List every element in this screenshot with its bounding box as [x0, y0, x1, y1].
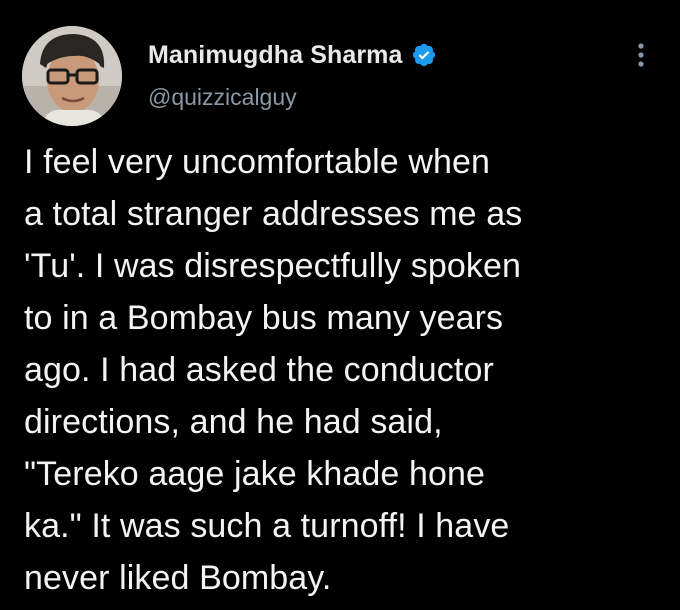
author-name-row: Manimugdha Sharma: [148, 40, 437, 70]
tweet-card: Manimugdha Sharma @quizzicalguy I feel v…: [0, 0, 680, 610]
tweet-text-line: ago. I had asked the conductor: [24, 351, 494, 389]
tweet-text-line: "Tereko aage jake khade hone: [24, 455, 485, 493]
author-handle[interactable]: @quizzicalguy: [148, 84, 297, 111]
tweet-text: I feel very uncomfortable when a total s…: [24, 136, 664, 604]
tweet-text-line: 'Tu'. I was disrespectfully spoken: [24, 247, 521, 285]
avatar-photo: [22, 26, 122, 126]
tweet-text-line: directions, and he had said,: [24, 403, 443, 441]
verified-badge-icon: [411, 42, 437, 68]
author-display-name[interactable]: Manimugdha Sharma: [148, 41, 403, 70]
tweet-text-line: never liked Bombay.: [24, 559, 332, 597]
tweet-text-line: I feel very uncomfortable when: [24, 143, 491, 181]
tweet-text-line: a total stranger addresses me as: [24, 195, 523, 233]
tweet-text-line: to in a Bombay bus many years: [24, 299, 504, 337]
avatar[interactable]: [22, 26, 122, 126]
tweet-text-line: ka." It was such a turnoff! I have: [24, 507, 510, 545]
more-options-icon[interactable]: [628, 40, 654, 70]
